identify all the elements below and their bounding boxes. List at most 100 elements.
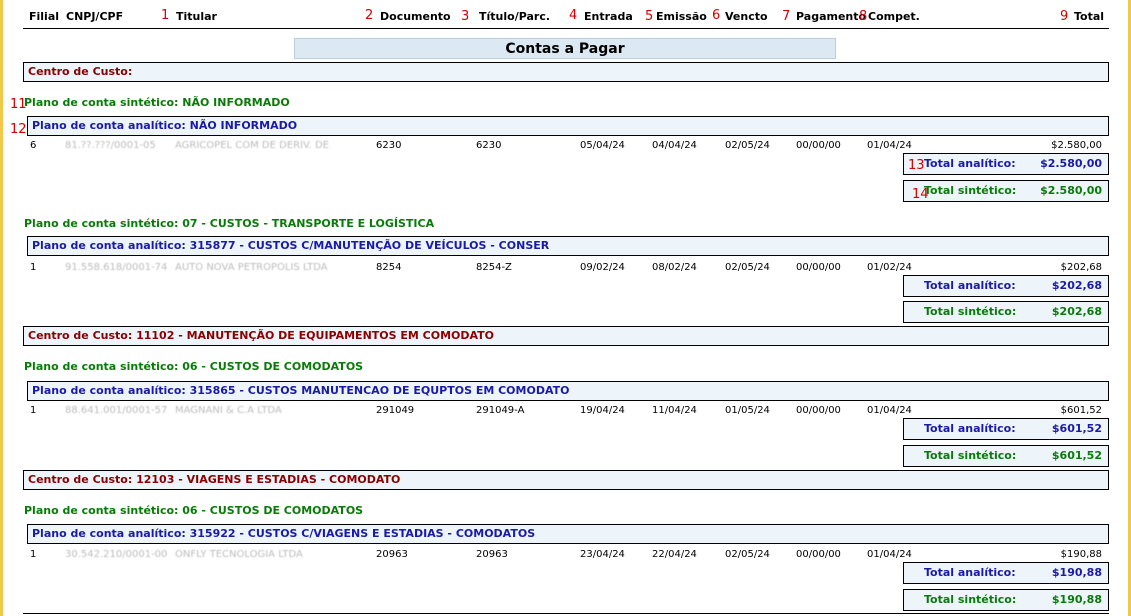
col-header-total: Total — [1074, 10, 1105, 23]
cell-titulo: 6230 — [476, 140, 502, 151]
col-header-titulo: Título/Parc. — [479, 10, 551, 23]
report-title-text: Contas a Pagar — [505, 41, 625, 57]
total-analitico-value: $202,68 — [1051, 279, 1102, 292]
total-sintetico-label: Total sintético: — [924, 593, 1017, 606]
total-sintetico-value: $202,68 — [1051, 305, 1102, 318]
total-sintetico-box: Total sintético: $190,88 — [903, 589, 1109, 611]
marker-2: 2 — [365, 8, 374, 23]
cell-total: $601,52 — [1060, 405, 1102, 416]
plano-analitico-header: Plano de conta analítico: NÃO INFORMADO — [27, 116, 1109, 136]
cell-documento: 291049 — [376, 405, 415, 416]
cell-titulo: 291049-A — [476, 405, 525, 416]
cell-vencto: 02/05/24 — [725, 549, 770, 560]
cell-pagamento: 00/00/00 — [796, 405, 841, 416]
cell-vencto: 01/05/24 — [725, 405, 770, 416]
total-sintetico-value: $601,52 — [1051, 449, 1102, 462]
cell-compet: 01/04/24 — [867, 549, 912, 560]
cell-filial: 1 — [30, 262, 37, 273]
total-sintetico-label: Total sintético: — [924, 184, 1017, 197]
cell-documento: 6230 — [376, 140, 402, 151]
total-sintetico-label: Total sintético: — [924, 449, 1017, 462]
cell-vencto: 02/05/24 — [725, 140, 770, 151]
cell-filial: 6 — [30, 140, 37, 151]
marker-12: 12 — [10, 122, 27, 137]
plano-sintetico-header: Plano de conta sintético: 06 - CUSTOS DE… — [24, 360, 364, 373]
cell-documento: 20963 — [376, 549, 408, 560]
col-header-vencto: Vencto — [725, 10, 768, 23]
footer-divider — [23, 613, 1109, 614]
col-header-emissao: Emissão — [656, 10, 707, 23]
col-header-entrada: Entrada — [584, 10, 633, 23]
marker-3: 3 — [461, 9, 470, 24]
total-sintetico-value: $190,88 — [1051, 593, 1102, 606]
centro-de-custo-header: Centro de Custo: 11102 - MANUTENÇÃO DE E… — [23, 326, 1109, 346]
total-sintetico-box: Total sintético: $601,52 — [903, 445, 1109, 467]
cell-entrada: 19/04/24 — [580, 405, 625, 416]
cell-total: $190,88 — [1060, 549, 1102, 560]
cell-titular: MAGNANI & C.A LTDA — [175, 405, 282, 416]
marker-6: 6 — [712, 8, 721, 23]
cell-filial: 1 — [30, 549, 37, 560]
cell-compet: 01/04/24 — [867, 405, 912, 416]
cell-entrada: 05/04/24 — [580, 140, 625, 151]
total-analitico-label: Total analítico: — [924, 422, 1016, 435]
col-header-pagamento: Pagamento — [796, 10, 867, 23]
plano-sintetico-header: Plano de conta sintético: 06 - CUSTOS DE… — [24, 504, 364, 517]
col-header-titular: Titular — [176, 10, 217, 23]
marker-8: 8 — [859, 9, 868, 24]
cell-cnpj: 91.558.618/0001-74 — [65, 262, 168, 273]
total-analitico-label: Total analítico: — [924, 279, 1016, 292]
total-analitico-label: Total analítico: — [924, 157, 1016, 170]
cell-emissao: 11/04/24 — [652, 405, 697, 416]
plano-analitico-header: Plano de conta analítico: 315877 - CUSTO… — [27, 236, 1109, 256]
cell-titulo: 20963 — [476, 549, 508, 560]
window-left-border — [0, 0, 3, 616]
centro-de-custo-header: Centro de Custo: 12103 - VIAGENS E ESTAD… — [23, 470, 1109, 490]
cell-titular: AGRICOPEL COM DE DERIV. DE — [175, 140, 329, 151]
cell-vencto: 02/05/24 — [725, 262, 770, 273]
cell-cnpj: 88.641.001/0001-57 — [65, 405, 168, 416]
cell-emissao: 08/02/24 — [652, 262, 697, 273]
total-sintetico-box: Total sintético: $2.580,00 — [903, 180, 1109, 202]
cell-pagamento: 00/00/00 — [796, 140, 841, 151]
marker-13: 13 — [908, 158, 925, 173]
plano-analitico-header: Plano de conta analítico: 315865 - CUSTO… — [27, 381, 1109, 401]
header-divider — [23, 28, 1109, 29]
cell-cnpj: 81.??.???/0001-05 — [65, 140, 156, 151]
total-sintetico-label: Total sintético: — [924, 305, 1017, 318]
total-sintetico-value: $2.580,00 — [1040, 184, 1102, 197]
col-header-filial: Filial — [29, 10, 60, 23]
col-header-documento: Documento — [380, 10, 451, 23]
cell-total: $202,68 — [1060, 262, 1102, 273]
total-analitico-box: Total analítico: $2.580,00 — [903, 153, 1109, 175]
total-sintetico-box: Total sintético: $202,68 — [903, 301, 1109, 323]
col-header-cnpj: CNPJ/CPF — [66, 10, 124, 23]
total-analitico-box: Total analítico: $190,88 — [903, 562, 1109, 584]
report-title: Contas a Pagar — [294, 38, 836, 59]
total-analitico-box: Total analítico: $202,68 — [903, 275, 1109, 297]
col-header-compet: Compet. — [868, 10, 920, 23]
cell-cnpj: 30.542.210/0001-00 — [65, 549, 168, 560]
centro-de-custo-header: Centro de Custo: — [23, 62, 1109, 82]
cell-entrada: 23/04/24 — [580, 549, 625, 560]
cell-filial: 1 — [30, 405, 37, 416]
cell-emissao: 04/04/24 — [652, 140, 697, 151]
cell-entrada: 09/02/24 — [580, 262, 625, 273]
marker-9: 9 — [1060, 9, 1069, 24]
plano-sintetico-header: Plano de conta sintético: 07 - CUSTOS - … — [24, 217, 435, 230]
cell-compet: 01/04/24 — [867, 140, 912, 151]
plano-sintetico-header: Plano de conta sintético: NÃO INFORMADO — [24, 96, 290, 109]
cell-titulo: 8254-Z — [476, 262, 512, 273]
marker-5: 5 — [645, 9, 654, 24]
total-analitico-value: $190,88 — [1051, 566, 1102, 579]
cell-documento: 8254 — [376, 262, 402, 273]
total-analitico-value: $601,52 — [1051, 422, 1102, 435]
cell-emissao: 22/04/24 — [652, 549, 697, 560]
marker-14: 14 — [912, 187, 929, 202]
total-analitico-value: $2.580,00 — [1040, 157, 1102, 170]
marker-7: 7 — [782, 9, 791, 24]
marker-4: 4 — [569, 8, 578, 23]
total-analitico-label: Total analítico: — [924, 566, 1016, 579]
total-analitico-box: Total analítico: $601,52 — [903, 418, 1109, 440]
cell-titular: ONFLY TECNOLOGIA LTDA — [175, 549, 303, 560]
